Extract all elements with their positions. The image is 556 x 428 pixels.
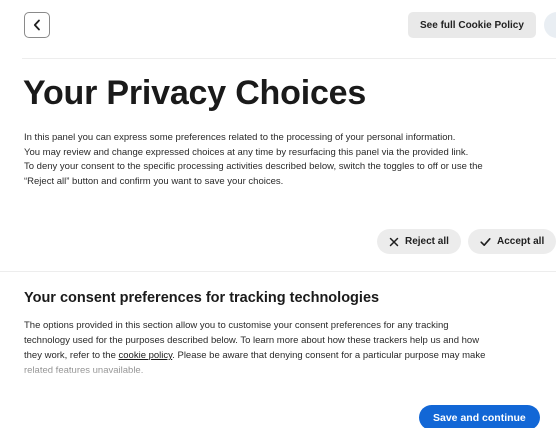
checkmark-icon — [480, 237, 491, 246]
reject-all-button[interactable]: Reject all — [377, 229, 461, 254]
header-divider — [22, 58, 556, 59]
tracking-line: The options provided in this section all… — [24, 320, 449, 331]
chevron-left-icon — [33, 19, 40, 31]
back-button[interactable] — [24, 12, 50, 38]
tracking-line: technology used for the purposes describ… — [24, 335, 480, 346]
tracking-text: . Please be aware that denying consent f… — [172, 350, 486, 361]
tracking-text: they work, refer to the — [24, 350, 119, 361]
see-cookie-policy-button[interactable]: See full Cookie Policy — [408, 12, 536, 38]
tracking-line: they work, refer to the cookie policy. P… — [24, 348, 554, 363]
intro-line: To deny your consent to the specific pro… — [24, 161, 483, 173]
close-icon — [389, 237, 399, 246]
accept-all-button[interactable]: Accept all — [468, 229, 556, 254]
intro-line: “Reject all” button and confirm you want… — [24, 175, 284, 187]
intro-line: In this panel you can express some prefe… — [24, 132, 456, 143]
section-divider — [0, 271, 556, 272]
tracking-description: The options provided in this section all… — [24, 318, 554, 378]
page-title: Your Privacy Choices — [23, 74, 367, 112]
tracking-line: related features unavailable. — [24, 365, 144, 376]
save-and-continue-button[interactable]: Save and continue — [419, 405, 540, 428]
intro-line: You may review and change expressed choi… — [24, 146, 469, 158]
accept-all-label: Accept all — [497, 236, 545, 247]
tracking-section-title: Your consent preferences for tracking te… — [24, 290, 380, 306]
cookie-policy-link[interactable]: cookie policy — [119, 350, 173, 361]
reject-all-label: Reject all — [405, 236, 449, 247]
intro-text: In this panel you can express some prefe… — [24, 131, 554, 189]
side-action-button[interactable] — [544, 12, 556, 38]
